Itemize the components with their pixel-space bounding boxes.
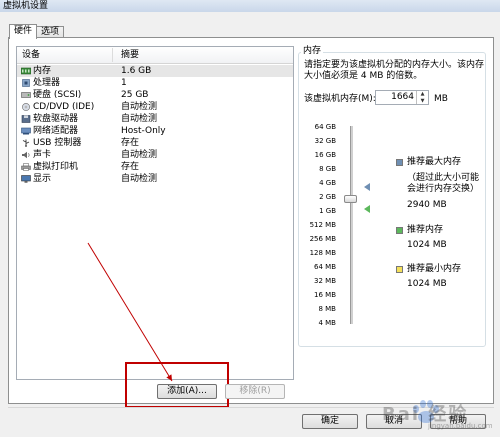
scale-label: 512 MB [309, 221, 336, 229]
memory-description: 请指定要为该虚拟机分配的内存大小。该内存 大小值必须是 4 MB 的倍数。 [304, 60, 488, 82]
max-memory-note: 会进行内存交换） [407, 184, 480, 194]
min-memory-title: 推荐最小内存 [407, 264, 462, 274]
max-memory-value: 2940 MB [407, 200, 447, 210]
ok-button[interactable]: 确定 [302, 414, 358, 429]
recommended-memory-value: 1024 MB [407, 240, 447, 250]
watermark-subtext: jingyan.baidu.com [428, 422, 493, 430]
scale-label: 8 MB [318, 305, 336, 313]
scale-label: 64 GB [314, 123, 336, 131]
memory-size-input[interactable]: 1664 [391, 91, 414, 104]
scale-label: 32 GB [314, 137, 336, 145]
memory-slider-thumb[interactable] [344, 195, 357, 203]
recommended-memory-legend-icon [396, 227, 403, 234]
memory-unit-label: MB [434, 94, 448, 104]
max-memory-title: 推荐最大内存 [407, 157, 462, 167]
add-hardware-button[interactable]: 添加(A)... [157, 384, 217, 399]
memory-size-label: 该虚拟机内存(M): [304, 94, 376, 104]
max-memory-marker-icon [364, 183, 370, 191]
scale-label: 16 MB [314, 291, 336, 299]
memory-size-spinbox[interactable]: 1664 ▲ ▼ [375, 90, 429, 105]
spin-up-icon[interactable]: ▲ [417, 91, 428, 97]
scale-label: 4 GB [319, 179, 336, 187]
scale-label: 4 MB [318, 319, 336, 327]
scale-label: 64 MB [314, 263, 336, 271]
scale-label: 1 GB [319, 207, 336, 215]
scale-label: 32 MB [314, 277, 336, 285]
memory-description-line: 请指定要为该虚拟机分配的内存大小。该内存 [304, 60, 485, 70]
max-memory-legend-icon [396, 159, 403, 166]
min-memory-value: 1024 MB [407, 279, 447, 289]
scale-label: 256 MB [309, 235, 336, 243]
scale-label: 8 GB [319, 165, 336, 173]
baidu-watermark: Bai 经验 jingyan.baidu.com [372, 392, 498, 434]
memory-slider-track[interactable] [350, 126, 353, 324]
tab-hardware[interactable]: 硬件 [9, 24, 38, 39]
memory-description-line: 大小值必须是 4 MB 的倍数。 [304, 71, 423, 81]
max-memory-note: （超过此大小可能 [407, 173, 480, 183]
spin-down-icon[interactable]: ▼ [417, 98, 428, 104]
scale-label: 128 MB [309, 249, 336, 257]
scale-label: 16 GB [314, 151, 336, 159]
remove-hardware-button[interactable]: 移除(R) [225, 384, 285, 399]
min-memory-legend-icon [396, 266, 403, 273]
recommended-memory-title: 推荐内存 [407, 225, 444, 235]
recommended-memory-marker-icon [364, 205, 370, 213]
memory-group-title: 内存 [301, 45, 324, 57]
scale-label: 2 GB [319, 193, 336, 201]
spin-buttons: ▲ ▼ [416, 91, 428, 104]
